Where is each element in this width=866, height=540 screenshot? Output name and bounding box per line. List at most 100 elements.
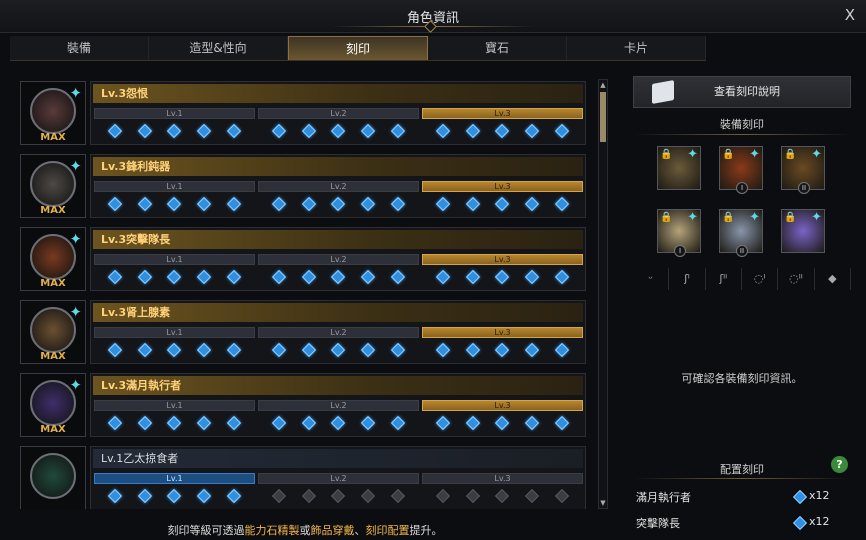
node-gem-icon <box>435 488 450 504</box>
equip-engraving-heading: 裝備刻印 <box>720 118 764 131</box>
accessory-slot-earring-icon[interactable]: 🔒 ✦ I <box>719 146 763 194</box>
footer-highlight: 飾品穿戴 <box>310 524 355 537</box>
node-gem-icon <box>271 269 286 285</box>
engraving-icon[interactable]: ✦ MAX <box>20 227 86 291</box>
category-earring-1-icon[interactable]: ʃᴵ <box>669 268 706 290</box>
scroll-up-icon[interactable]: ▲ <box>599 80 607 90</box>
node-gem-icon <box>495 196 510 212</box>
node-gem-icon <box>167 342 182 358</box>
engraving-panel: Lv.3肾上腺素 Lv.1 Lv.2 Lv.3 <box>90 300 586 364</box>
engraving-panel: Lv.3鋒利鈍器 Lv.1 Lv.2 Lv.3 <box>90 154 586 218</box>
node-gem-icon <box>271 196 286 212</box>
node-gem-icon <box>107 269 122 285</box>
gem-icon <box>792 489 808 505</box>
lock-icon: 🔒 <box>784 212 797 223</box>
engraving-row[interactable]: ✦ MAX Lv.3怨恨 Lv.1 Lv.2 Lv.3 <box>18 79 586 145</box>
bonus-icon: ✦ <box>811 147 822 162</box>
engraving-icon[interactable]: ✦ MAX <box>20 373 86 437</box>
engraving-panel: Lv.3突擊隊長 Lv.1 Lv.2 Lv.3 <box>90 227 586 291</box>
category-ring-1-icon[interactable]: ◌ᴵ <box>742 268 779 290</box>
node-gem-icon <box>271 488 286 504</box>
tab-cards[interactable]: 卡片 <box>567 36 706 60</box>
engraving-row[interactable]: Lv.1乙太掠食者 Lv.1 Lv.2 Lv.3 <box>18 444 586 509</box>
engraving-row[interactable]: ✦ MAX Lv.3肾上腺素 Lv.1 Lv.2 Lv.3 <box>18 298 586 364</box>
bonus-icon: ✦ <box>69 157 82 175</box>
lock-icon: 🔒 <box>722 149 735 160</box>
node-gem-icon <box>555 269 570 285</box>
node-gem-icon <box>137 196 152 212</box>
node-gem-icon <box>137 269 152 285</box>
footer-text: 或 <box>299 524 311 537</box>
node-gem-icon <box>465 269 480 285</box>
node-gem-icon <box>227 196 242 212</box>
node-gem-icon <box>331 123 346 139</box>
node-gem-icon <box>361 415 376 431</box>
node-gem-icon <box>227 269 242 285</box>
node-gem-icon <box>465 415 480 431</box>
engraving-icon[interactable]: ✦ MAX <box>20 300 86 364</box>
level-segment: Lv.3 <box>422 400 583 411</box>
category-stone-icon[interactable]: ◆ <box>815 268 851 290</box>
configured-count: x12 <box>809 489 830 502</box>
node-gems <box>422 267 583 287</box>
accessory-slot-stone-icon[interactable]: 🔒 ✦ <box>781 209 825 253</box>
accessory-slot-earring-icon[interactable]: 🔒 ✦ II <box>781 146 825 194</box>
close-button[interactable]: X <box>845 6 855 24</box>
level-segment: Lv.2 <box>258 327 419 338</box>
tab-gems[interactable]: 寶石 <box>428 36 567 60</box>
max-badge: MAX <box>40 424 66 435</box>
tab-engraving[interactable]: 刻印 <box>288 36 428 60</box>
accessory-slot-ring-icon[interactable]: 🔒 ✦ I <box>657 209 701 257</box>
node-gems <box>258 340 419 360</box>
bonus-icon: ✦ <box>687 147 698 162</box>
node-gem-icon <box>107 488 122 504</box>
node-gem-icon <box>465 488 480 504</box>
node-gems <box>94 413 255 433</box>
node-gem-icon <box>137 123 152 139</box>
bonus-icon: ✦ <box>749 210 760 225</box>
engraving-row[interactable]: ✦ MAX Lv.3突擊隊長 Lv.1 Lv.2 Lv.3 <box>18 225 586 291</box>
node-gem-icon <box>167 269 182 285</box>
node-gem-icon <box>107 196 122 212</box>
node-gem-icon <box>197 196 212 212</box>
node-gem-icon <box>555 342 570 358</box>
node-gem-icon <box>391 123 406 139</box>
max-badge: MAX <box>40 278 66 289</box>
bonus-icon: ✦ <box>69 303 82 321</box>
category-ring-2-icon[interactable]: ◌ᴵᴵ <box>778 268 815 290</box>
engraving-row[interactable]: ✦ MAX Lv.3鋒利鈍器 Lv.1 Lv.2 Lv.3 <box>18 152 586 218</box>
accessory-slot-necklace-icon[interactable]: 🔒 ✦ <box>657 146 701 190</box>
scrollbar[interactable]: ▲ ▼ <box>598 79 608 509</box>
scroll-down-icon[interactable]: ▼ <box>599 498 607 508</box>
divider <box>633 134 851 135</box>
node-gem-icon <box>331 196 346 212</box>
node-gem-icon <box>495 342 510 358</box>
engraving-icon[interactable]: ✦ MAX <box>20 81 86 145</box>
level-segment: Lv.1 <box>94 473 255 484</box>
view-engraving-description-button[interactable]: 查看刻印說明 <box>633 76 851 108</box>
bonus-icon: ✦ <box>69 376 82 394</box>
engraving-icon[interactable]: ✦ MAX <box>20 154 86 218</box>
node-gem-icon <box>197 488 212 504</box>
accessory-slot-ring-icon[interactable]: 🔒 ✦ II <box>719 209 763 257</box>
node-gem-icon <box>167 123 182 139</box>
engraving-icon[interactable] <box>20 446 86 509</box>
node-gem-icon <box>301 196 316 212</box>
engraving-name: Lv.1乙太掠食者 <box>93 449 583 468</box>
node-gem-icon <box>167 488 182 504</box>
scrollbar-thumb[interactable] <box>600 92 606 142</box>
node-gem-icon <box>301 415 316 431</box>
category-necklace-icon[interactable]: ᵕ <box>633 268 670 290</box>
engraving-row[interactable]: ✦ MAX Lv.3滿月執行者 Lv.1 Lv.2 Lv.3 <box>18 371 586 437</box>
configured-name: 突擊隊長 <box>636 517 680 530</box>
help-button[interactable]: ? <box>831 456 848 473</box>
node-gem-icon <box>137 488 152 504</box>
node-gem-icon <box>331 269 346 285</box>
node-gem-icon <box>167 196 182 212</box>
footer-highlight: 刻印配置 <box>365 524 410 537</box>
tab-equipment[interactable]: 裝備 <box>10 36 149 60</box>
tab-appearance[interactable]: 造型&性向 <box>149 36 288 60</box>
category-earring-2-icon[interactable]: ʃᴵᴵ <box>706 268 742 290</box>
engraving-list: ✦ MAX Lv.3怨恨 Lv.1 Lv.2 Lv.3 ✦ MAX Lv.3鋒利鈍器 Lv.1 Lv… <box>18 77 586 509</box>
level-segment: Lv.2 <box>258 400 419 411</box>
